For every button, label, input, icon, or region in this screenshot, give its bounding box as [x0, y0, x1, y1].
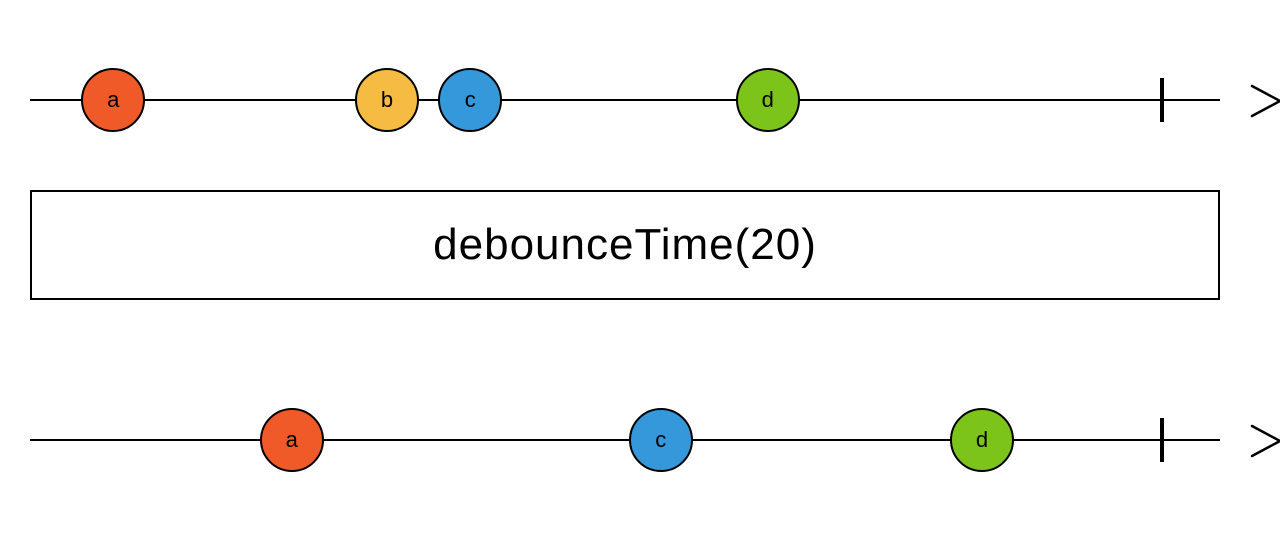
completion-tick [1160, 78, 1164, 122]
timeline-axis [30, 99, 1220, 101]
marble-d: d [950, 408, 1014, 472]
output-timeline: acd [30, 400, 1250, 480]
completion-tick [1160, 418, 1164, 462]
operator-label: debounceTime(20) [433, 220, 817, 270]
marble-d: d [736, 68, 800, 132]
timeline-axis [30, 439, 1220, 441]
marble-diagram: abcd debounceTime(20) acd [0, 0, 1280, 540]
input-timeline: a bc d [30, 60, 1250, 140]
marble-a: a [260, 408, 324, 472]
operator-box: debounceTime(20) [30, 190, 1220, 300]
marble-c: c [438, 68, 502, 132]
marble-b: b [355, 68, 419, 132]
marble-a: a [81, 68, 145, 132]
marble-c: c [629, 408, 693, 472]
